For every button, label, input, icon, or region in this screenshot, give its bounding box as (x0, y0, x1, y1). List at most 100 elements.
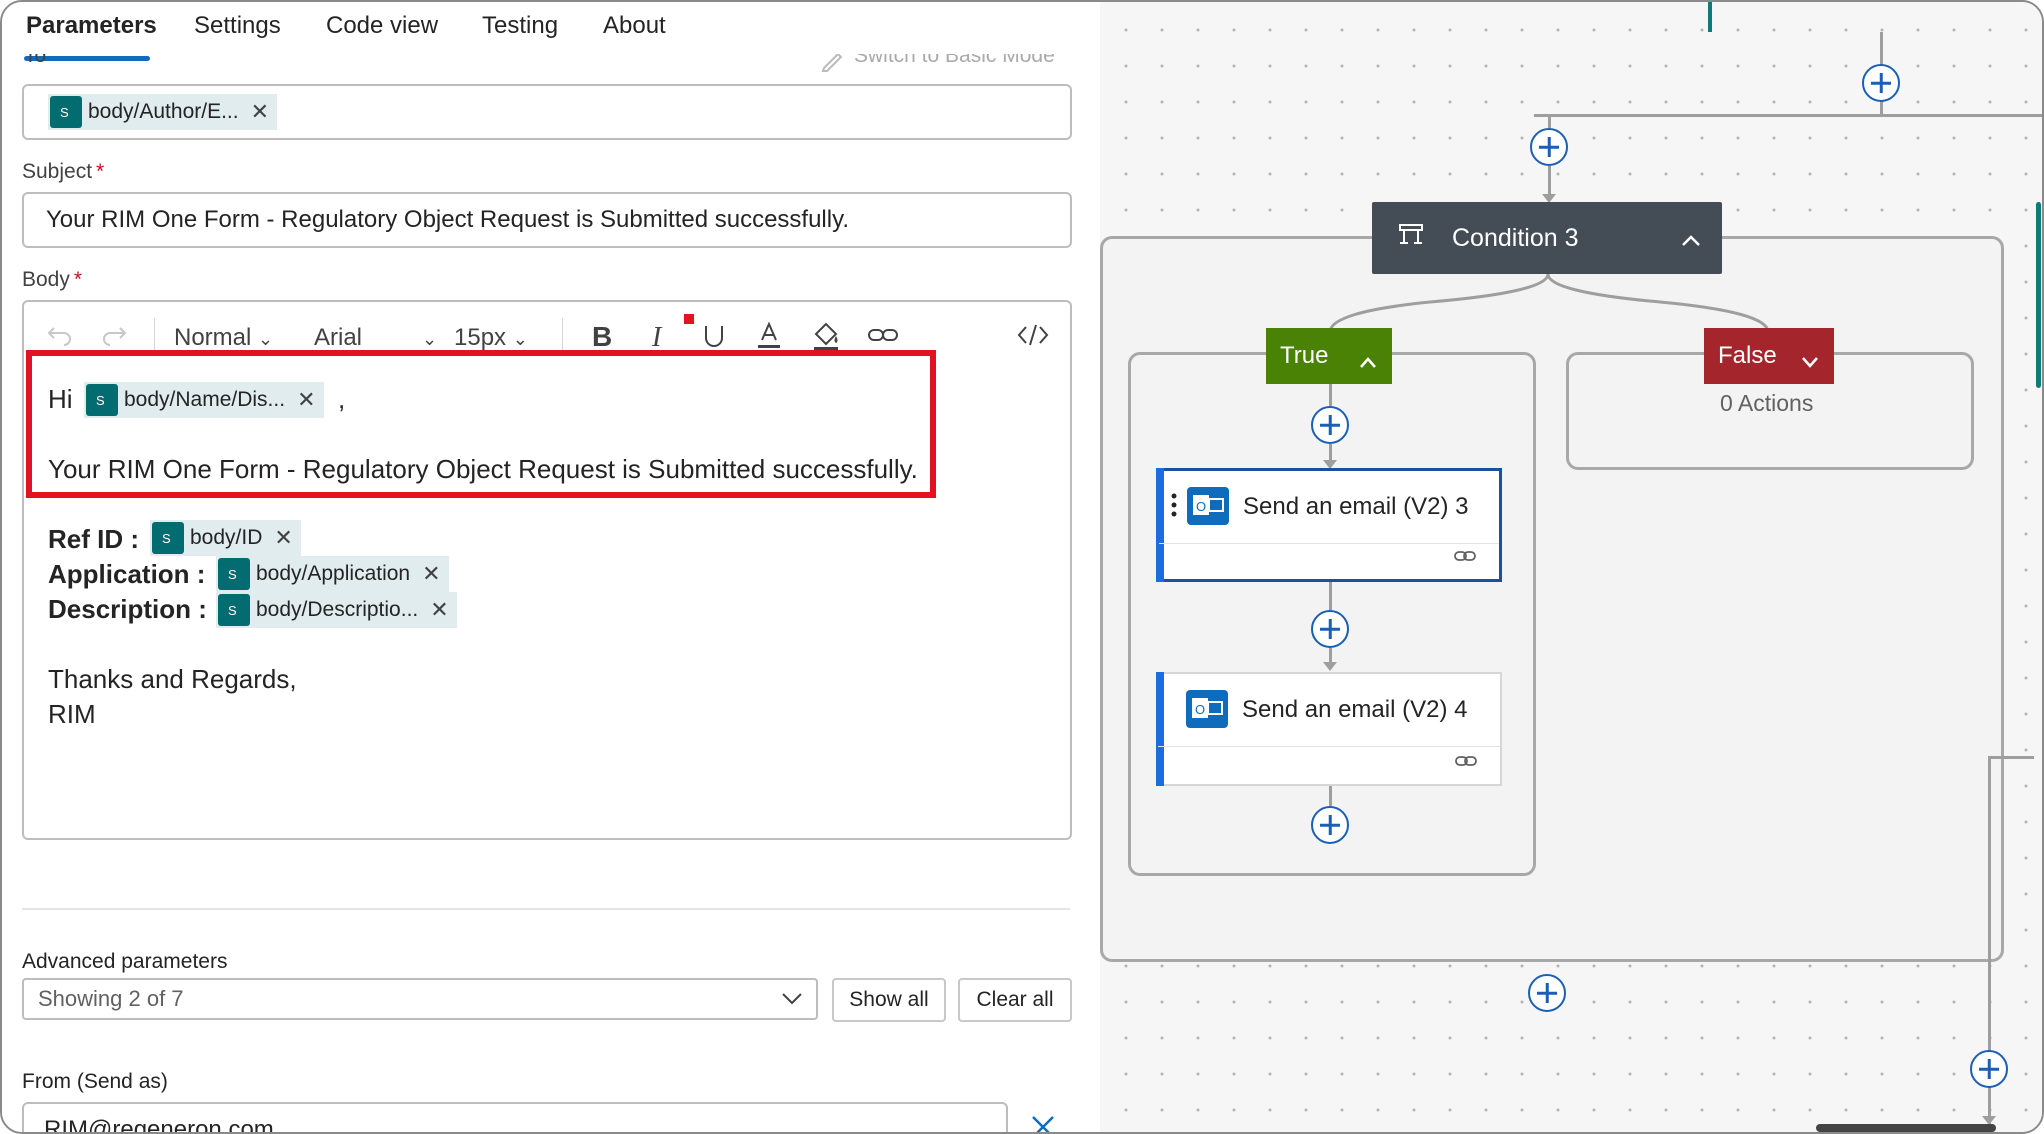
true-label: True (1280, 342, 1329, 369)
tab-about[interactable]: About (603, 12, 666, 40)
svg-text:I: I (651, 322, 663, 350)
to-label: To (24, 54, 47, 67)
card-divider (1158, 746, 1500, 747)
card-accent (1156, 672, 1164, 786)
send-email-card-4[interactable]: O Send an email (V2) 4 (1156, 672, 1502, 786)
card-title: Send an email (V2) 3 (1243, 493, 1469, 520)
add-step-icon[interactable] (1970, 1050, 2008, 1088)
app-window: Parameters Settings Code view Testing Ab… (0, 0, 2044, 1134)
advanced-parameters-dropdown[interactable]: Showing 2 of 7 (22, 978, 818, 1020)
sharepoint-icon: S (218, 594, 250, 626)
true-pill[interactable]: True (1266, 328, 1392, 384)
connector-line (1329, 786, 1332, 806)
false-pill[interactable]: False (1704, 328, 1834, 384)
false-actions-count: 0 Actions (1720, 390, 1814, 416)
flow-canvas[interactable]: Condition 3 True O Send an email (V2) 3 … (1100, 2, 2042, 1132)
close-icon[interactable]: ✕ (251, 99, 269, 125)
tab-parameters[interactable]: Parameters (26, 12, 157, 40)
size-dropdown[interactable]: 15px ⌄ (454, 324, 528, 352)
id-token-label: body/ID (190, 526, 263, 549)
branch-connectors (1328, 273, 1770, 333)
chevron-down-icon: ⌄ (512, 329, 528, 349)
add-step-icon[interactable] (1311, 610, 1349, 648)
showing-text: Showing 2 of 7 (38, 986, 184, 1011)
description-token[interactable]: S body/Descriptio... ✕ (216, 592, 457, 628)
application-token-label: body/Application (256, 562, 411, 585)
code-view-icon[interactable] (1016, 322, 1050, 353)
connector-line (1988, 756, 2034, 759)
chevron-down-icon (1800, 348, 1820, 376)
undo-icon[interactable] (46, 320, 74, 351)
redo-icon[interactable] (100, 320, 128, 351)
connector-line (1329, 582, 1332, 610)
link-icon (1453, 548, 1477, 569)
show-all-button[interactable]: Show all (832, 978, 946, 1022)
closing-text: Thanks and Regards, (48, 664, 297, 694)
chevron-up-icon (1358, 348, 1378, 376)
add-step-icon[interactable] (1311, 406, 1349, 444)
to-token-label: body/Author/E... (88, 100, 239, 123)
close-icon[interactable]: ✕ (274, 525, 292, 551)
body-label: Body * (22, 268, 83, 291)
arrowhead (1323, 662, 1337, 671)
signature-text: RIM (48, 699, 96, 729)
horizontal-scrollbar[interactable] (1816, 1124, 1996, 1132)
section-divider (22, 908, 1070, 910)
toolbar-divider (154, 318, 155, 354)
subject-field[interactable]: Your RIM One Form - Regulatory Object Re… (22, 192, 1072, 248)
greeting-comma: , (338, 384, 346, 414)
sharepoint-icon: S (86, 384, 118, 416)
switch-basic-mode-link[interactable]: Switch to Basic Mode (854, 54, 1055, 68)
subject-value: Your RIM One Form - Regulatory Object Re… (46, 206, 849, 233)
link-icon[interactable] (866, 322, 900, 353)
sharepoint-icon: S (218, 558, 250, 590)
application-token[interactable]: S body/Application ✕ (216, 556, 449, 592)
name-token-label: body/Name/Dis... (124, 388, 286, 411)
to-token[interactable]: S body/Author/E... ✕ (48, 94, 278, 130)
card-title: Send an email (V2) 4 (1242, 696, 1468, 723)
svg-text:S: S (228, 567, 237, 582)
name-token[interactable]: S body/Name/Dis... ✕ (84, 382, 324, 418)
switch-mode-clip: Switch to Basic Mode (820, 54, 1060, 72)
send-email-card-3[interactable]: O Send an email (V2) 3 (1156, 468, 1502, 582)
svg-text:O: O (1196, 499, 1206, 514)
close-icon[interactable]: ✕ (430, 597, 448, 623)
svg-text:B: B (592, 321, 612, 350)
close-icon[interactable]: ✕ (297, 387, 315, 413)
to-label-clip: To (24, 54, 84, 74)
link-icon (1454, 753, 1478, 774)
from-label: From (Send as) (22, 1070, 168, 1093)
add-step-icon[interactable] (1528, 974, 1566, 1012)
close-icon[interactable]: ✕ (422, 561, 440, 587)
sharepoint-icon: S (152, 522, 184, 554)
false-label: False (1718, 342, 1777, 369)
toolbar-divider (562, 318, 563, 354)
svg-text:S: S (60, 105, 69, 120)
font-dropdown[interactable]: Arial ⌄ (314, 324, 437, 352)
connector-line (1329, 384, 1332, 406)
description-label: Description : (48, 594, 207, 624)
id-token[interactable]: S body/ID ✕ (150, 520, 301, 556)
add-step-icon[interactable] (1311, 806, 1349, 844)
svg-text:S: S (228, 603, 237, 618)
advanced-parameters-label: Advanced parameters (22, 950, 228, 973)
tab-settings[interactable]: Settings (194, 12, 281, 40)
clear-icon[interactable] (1028, 1112, 1058, 1132)
description-token-label: body/Descriptio... (256, 598, 419, 621)
drag-handle-icon[interactable] (1171, 493, 1177, 524)
application-label: Application : (48, 559, 206, 589)
red-marker (684, 314, 694, 324)
style-dropdown[interactable]: Normal ⌄ (174, 324, 273, 352)
chevron-down-icon: ⌄ (258, 329, 274, 349)
pencil-icon (820, 54, 846, 72)
greeting-text: Hi (48, 384, 73, 414)
outlook-icon: O (1187, 487, 1229, 525)
to-field[interactable]: S body/Author/E... ✕ (22, 84, 1072, 140)
tab-testing[interactable]: Testing (482, 12, 558, 40)
parameters-panel: Parameters Settings Code view Testing Ab… (2, 2, 1100, 1132)
clear-all-button[interactable]: Clear all (958, 978, 1072, 1022)
tab-code-view[interactable]: Code view (326, 12, 438, 40)
vertical-scrollbar[interactable] (2036, 202, 2041, 388)
from-value: RIM@regeneron.com (44, 1116, 274, 1132)
from-field[interactable]: RIM@regeneron.com (22, 1102, 1008, 1132)
